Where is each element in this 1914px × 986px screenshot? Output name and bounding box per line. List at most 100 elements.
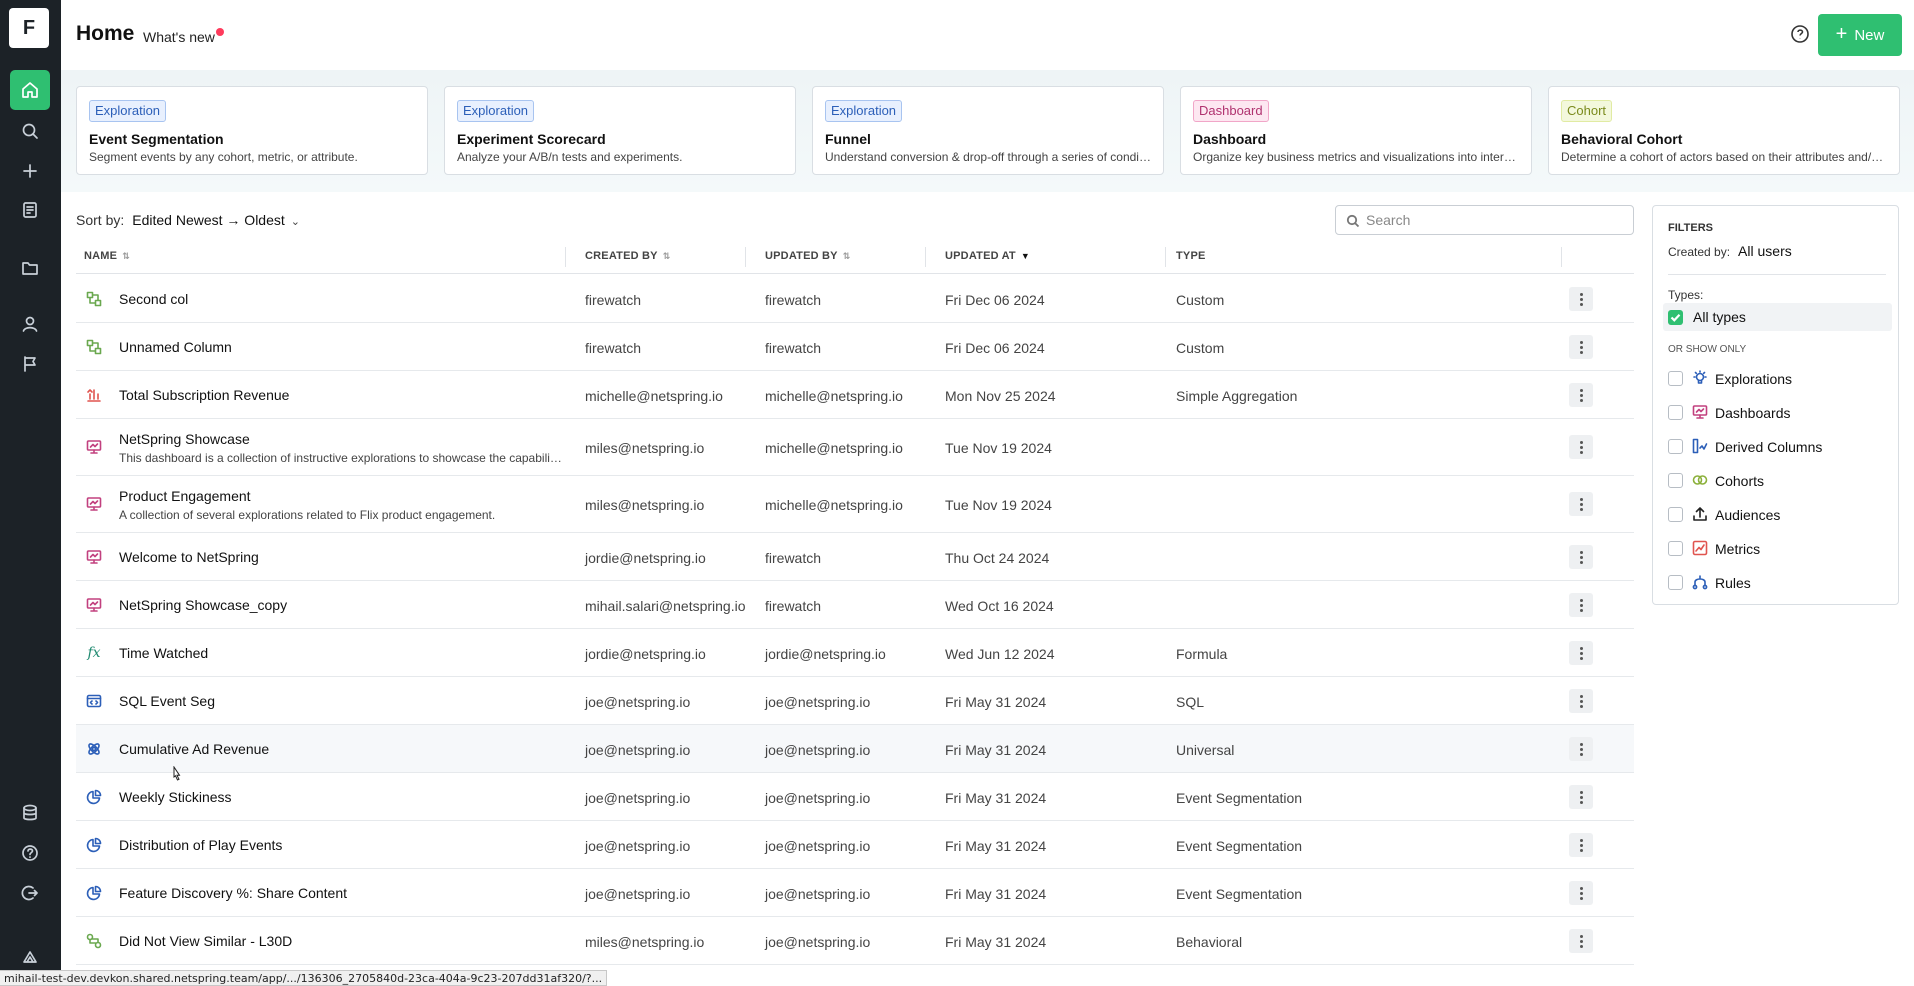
row-name[interactable]: Second col: [119, 291, 188, 307]
search-input[interactable]: Search: [1335, 205, 1634, 235]
table-row[interactable]: Distribution of Play Events joe@netsprin…: [76, 821, 1634, 869]
row-name[interactable]: SQL Event Seg: [119, 693, 215, 709]
row-menu-button[interactable]: [1569, 593, 1593, 617]
column-header-name[interactable]: NAME ⇅: [84, 250, 130, 262]
filter-checkbox[interactable]: [1668, 439, 1683, 454]
table-row[interactable]: fx Time Watched jordie@netspring.io jord…: [76, 629, 1634, 677]
table-row[interactable]: Welcome to NetSpring jordie@netspring.io…: [76, 533, 1634, 581]
filter-checkbox[interactable]: [1668, 575, 1683, 590]
column-divider[interactable]: [925, 247, 926, 267]
column-header-updated-by[interactable]: UPDATED BY ⇅: [765, 250, 850, 262]
created-by-value[interactable]: All users: [1738, 243, 1792, 259]
row-menu-button[interactable]: [1569, 383, 1593, 407]
row-menu-button[interactable]: [1569, 287, 1593, 311]
row-name[interactable]: Feature Discovery %: Share Content: [119, 885, 347, 901]
created-by-filter[interactable]: Created by: All users: [1668, 243, 1792, 259]
template-card-dashboard[interactable]: Dashboard Dashboard Organize key busines…: [1180, 86, 1532, 175]
derived-column-icon: [85, 290, 103, 308]
template-card-event-segmentation[interactable]: Exploration Event Segmentation Segment e…: [76, 86, 428, 175]
row-name[interactable]: Distribution of Play Events: [119, 837, 282, 853]
nav-help-button[interactable]: [10, 833, 50, 873]
nav-people-button[interactable]: [10, 304, 50, 344]
template-card-experiment-scorecard[interactable]: Exploration Experiment Scorecard Analyze…: [444, 86, 796, 175]
column-divider[interactable]: [745, 247, 746, 267]
filter-checkbox[interactable]: [1668, 371, 1683, 386]
table-row[interactable]: Weekly Stickiness joe@netspring.io joe@n…: [76, 773, 1634, 821]
filter-option-dashboards[interactable]: Dashboards: [1668, 403, 1888, 423]
or-show-only-label: OR SHOW ONLY: [1668, 344, 1747, 355]
table-row[interactable]: NetSpring Showcase_copy mihail.salari@ne…: [76, 581, 1634, 629]
app-logo[interactable]: F: [9, 8, 49, 48]
universal-icon: [85, 740, 103, 758]
nav-search-button[interactable]: [10, 111, 50, 151]
filter-checkbox[interactable]: [1668, 541, 1683, 556]
row-name[interactable]: Cumulative Ad Revenue: [119, 741, 269, 757]
whats-new-link[interactable]: What's new: [143, 29, 215, 45]
table-row[interactable]: Total Subscription Revenue michelle@nets…: [76, 371, 1634, 419]
row-created-by: joe@netspring.io: [585, 742, 691, 758]
column-divider[interactable]: [565, 247, 566, 267]
row-menu-button[interactable]: [1569, 435, 1593, 459]
row-menu-button[interactable]: [1569, 929, 1593, 953]
nav-flags-button[interactable]: [10, 344, 50, 384]
row-name[interactable]: Weekly Stickiness: [119, 789, 232, 805]
row-name[interactable]: Total Subscription Revenue: [119, 387, 289, 403]
row-type: Universal: [1176, 742, 1235, 758]
table-row[interactable]: Feature Discovery %: Share Content joe@n…: [76, 869, 1634, 917]
row-menu-button[interactable]: [1569, 335, 1593, 359]
kebab-icon: [1579, 445, 1583, 449]
table-row[interactable]: Did Not View Similar - L30D miles@netspr…: [76, 917, 1634, 965]
filter-option-derived-columns[interactable]: Derived Columns: [1668, 437, 1888, 457]
row-name[interactable]: NetSpring Showcase_copy: [119, 597, 287, 613]
table-row[interactable]: Product Engagement A collection of sever…: [76, 476, 1634, 533]
filter-option-metrics[interactable]: Metrics: [1668, 539, 1888, 559]
nav-notebooks-button[interactable]: [10, 190, 50, 230]
row-menu-button[interactable]: [1569, 492, 1593, 516]
row-name[interactable]: Time Watched: [119, 645, 208, 661]
filter-checkbox[interactable]: [1668, 473, 1683, 488]
filter-option-rules[interactable]: Rules: [1668, 573, 1888, 593]
dashboard-icon: [85, 596, 103, 614]
filter-option-cohorts[interactable]: Cohorts: [1668, 471, 1888, 491]
row-name[interactable]: Unnamed Column: [119, 339, 232, 355]
column-divider[interactable]: [1165, 247, 1166, 267]
sort-value[interactable]: Edited Newest → Oldest: [132, 212, 285, 228]
all-types-checkbox[interactable]: [1668, 310, 1683, 325]
row-menu-button[interactable]: [1569, 737, 1593, 761]
row-name[interactable]: Product Engagement: [119, 488, 251, 504]
row-menu-button[interactable]: [1569, 785, 1593, 809]
all-types-option[interactable]: All types: [1663, 303, 1892, 331]
row-menu-button[interactable]: [1569, 545, 1593, 569]
row-name[interactable]: Did Not View Similar - L30D: [119, 933, 292, 949]
template-card-behavioral-cohort[interactable]: Cohort Behavioral Cohort Determine a coh…: [1548, 86, 1900, 175]
filter-checkbox[interactable]: [1668, 507, 1683, 522]
nav-logout-button[interactable]: [10, 873, 50, 913]
table-row[interactable]: Second col firewatch firewatch Fri Dec 0…: [76, 275, 1634, 323]
row-menu-button[interactable]: [1569, 641, 1593, 665]
filter-option-audiences[interactable]: Audiences: [1668, 505, 1888, 525]
row-name[interactable]: NetSpring Showcase: [119, 431, 250, 447]
new-button[interactable]: + New: [1818, 14, 1902, 56]
table-row[interactable]: NetSpring Showcase This dashboard is a c…: [76, 419, 1634, 476]
nav-create-button[interactable]: [10, 151, 50, 191]
filter-checkbox[interactable]: [1668, 405, 1683, 420]
row-menu-button[interactable]: [1569, 689, 1593, 713]
table-row[interactable]: SQL Event Seg joe@netspring.io joe@netsp…: [76, 677, 1634, 725]
help-button[interactable]: [1790, 24, 1812, 46]
row-name[interactable]: Welcome to NetSpring: [119, 549, 259, 565]
row-menu-button[interactable]: [1569, 881, 1593, 905]
nav-folders-button[interactable]: [10, 248, 50, 288]
column-header-type[interactable]: TYPE: [1176, 250, 1206, 262]
sort-icon: ⇅: [842, 251, 851, 261]
row-menu-button[interactable]: [1569, 833, 1593, 857]
table-row[interactable]: Cumulative Ad Revenue joe@netspring.io j…: [76, 725, 1634, 773]
nav-data-button[interactable]: [10, 793, 50, 833]
column-divider[interactable]: [1561, 247, 1562, 267]
sort-control[interactable]: Sort by: Edited Newest → Oldest ⌄: [76, 212, 300, 228]
table-row[interactable]: Unnamed Column firewatch firewatch Fri D…: [76, 323, 1634, 371]
filter-option-explorations[interactable]: Explorations: [1668, 369, 1888, 389]
column-header-created-by[interactable]: CREATED BY ⇅: [585, 250, 670, 262]
column-header-updated-at[interactable]: UPDATED AT ▼: [945, 250, 1030, 262]
template-card-funnel[interactable]: Exploration Funnel Understand conversion…: [812, 86, 1164, 175]
nav-home-button[interactable]: [10, 70, 50, 110]
